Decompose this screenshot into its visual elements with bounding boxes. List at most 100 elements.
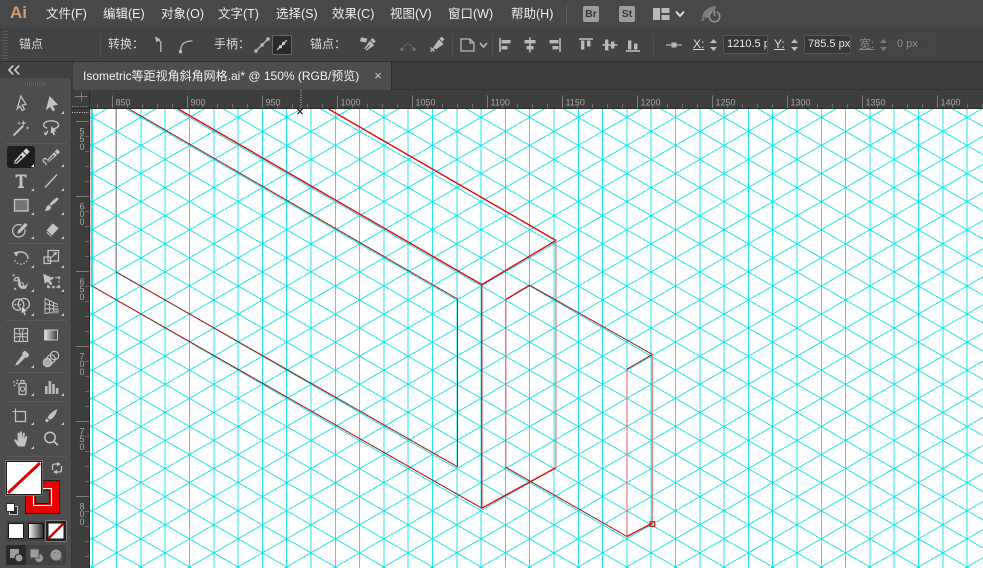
draw-behind-button[interactable] xyxy=(26,545,46,565)
y-stepper[interactable] xyxy=(789,36,800,54)
add-anchor-pen-button[interactable] xyxy=(358,35,378,55)
width-value-input[interactable]: 0 px xyxy=(893,35,935,54)
svg-text:1000: 1000 xyxy=(341,98,361,108)
tab-close-icon[interactable]: × xyxy=(371,69,385,83)
draw-normal-button[interactable] xyxy=(6,544,26,565)
draw-inside-button[interactable] xyxy=(46,545,66,565)
align-right-button[interactable] xyxy=(544,35,564,55)
hand-tool[interactable] xyxy=(7,428,35,450)
menubar-separator xyxy=(566,4,567,24)
blend-tool[interactable] xyxy=(37,348,65,370)
show-handles-button[interactable] xyxy=(252,35,272,55)
svg-text:1250: 1250 xyxy=(716,98,736,108)
menu-select[interactable]: 选择(S) xyxy=(276,0,318,28)
menu-help[interactable]: 帮助(H) xyxy=(511,0,553,28)
lasso-tool[interactable] xyxy=(37,117,65,139)
bridge-button[interactable]: Br xyxy=(583,6,599,22)
svg-text:0: 0 xyxy=(79,442,84,452)
direct-selection-tool[interactable] xyxy=(7,93,35,115)
line-segment-tool[interactable] xyxy=(37,170,65,192)
controlbar-divider xyxy=(452,33,453,57)
toolbar-separator xyxy=(5,371,67,373)
artboard-canvas[interactable] xyxy=(90,109,983,568)
menu-bar: Ai 文件(F) 编辑(E) 对象(O) 文字(T) 选择(S) 效果(C) 视图(V) 窗口… xyxy=(0,0,983,28)
svg-text:1350: 1350 xyxy=(866,98,886,108)
document-tab[interactable]: Isometric等距视角斜角网格.ai* @ 150% (RGB/预览) × xyxy=(73,62,392,90)
vertical-ruler[interactable]: 550600650700750800 xyxy=(72,109,90,568)
controlbar-grip[interactable] xyxy=(2,31,8,59)
gradient-tool[interactable] xyxy=(37,324,65,346)
menu-effect[interactable]: 效果(C) xyxy=(332,0,374,28)
eyedropper-tool[interactable] xyxy=(7,348,35,370)
y-value-input[interactable]: 785.5 px xyxy=(804,35,851,54)
column-graph-tool[interactable] xyxy=(37,376,65,398)
tools-panel-grip[interactable] xyxy=(25,82,47,86)
perspective-grid-tool[interactable] xyxy=(37,295,65,317)
selection-tool[interactable] xyxy=(37,93,65,115)
toolbar-separator xyxy=(5,142,67,144)
color-button[interactable] xyxy=(8,522,24,539)
svg-text:0: 0 xyxy=(79,217,84,227)
symbol-sprayer-tool[interactable] xyxy=(7,376,35,398)
ai-logo[interactable]: Ai xyxy=(10,3,27,23)
width-tool[interactable] xyxy=(7,271,35,293)
type-tool[interactable] xyxy=(7,170,35,192)
svg-text:1100: 1100 xyxy=(491,98,510,108)
align-top-button[interactable] xyxy=(576,35,596,55)
rotate-tool[interactable] xyxy=(7,247,35,269)
pen-tool[interactable] xyxy=(7,146,35,168)
shaper-tool[interactable] xyxy=(7,218,35,240)
curvature-tool[interactable] xyxy=(37,146,65,168)
menu-window[interactable]: 窗口(W) xyxy=(448,0,493,28)
paintbrush-tool[interactable] xyxy=(37,194,65,216)
gradient-button[interactable] xyxy=(28,522,44,539)
control-bar: 锚点 转换： 手柄： 锚点： X: 1210.5 Y: 785.5 px 宽: … xyxy=(0,28,983,62)
x-value-input[interactable]: 1210.5 px xyxy=(723,35,768,54)
align-vertical-center-button[interactable] xyxy=(600,35,620,55)
mesh-tool[interactable] xyxy=(7,324,35,346)
controlbar-divider xyxy=(492,33,493,57)
horizontal-ruler[interactable]: 850 900 950 1000 1050 1100 1150 1200 1250 1300 135… xyxy=(90,90,983,109)
x-stepper[interactable] xyxy=(708,36,719,54)
controlbar-divider xyxy=(100,33,101,57)
workspace-chevron-icon[interactable] xyxy=(674,9,686,19)
menu-edit[interactable]: 编辑(E) xyxy=(103,0,145,28)
menu-type[interactable]: 文字(T) xyxy=(218,0,259,28)
zoom-tool[interactable] xyxy=(37,428,65,450)
menu-file[interactable]: 文件(F) xyxy=(46,0,87,28)
svg-text:0: 0 xyxy=(79,292,84,302)
artboard-tool[interactable] xyxy=(7,405,35,427)
cut-path-button[interactable] xyxy=(428,35,448,55)
toolbar-collapse-bar[interactable] xyxy=(0,62,72,78)
align-left-button[interactable] xyxy=(496,35,516,55)
free-transform-tool[interactable] xyxy=(37,271,65,293)
magic-wand-tool[interactable] xyxy=(7,117,35,139)
menu-object[interactable]: 对象(O) xyxy=(161,0,204,28)
stock-button[interactable]: St xyxy=(619,6,635,22)
shape-builder-tool[interactable] xyxy=(7,295,35,317)
rectangle-tool[interactable] xyxy=(7,194,35,216)
slice-tool[interactable] xyxy=(37,405,65,427)
fill-color-swatch[interactable] xyxy=(6,461,42,495)
convert-to-smooth-button[interactable] xyxy=(176,35,196,55)
eraser-tool[interactable] xyxy=(37,218,65,240)
svg-text:850: 850 xyxy=(116,98,131,108)
hide-handles-button[interactable] xyxy=(272,35,292,55)
tools-panel xyxy=(0,78,72,568)
gpu-performance-icon[interactable] xyxy=(699,4,723,24)
reference-anchor-icon xyxy=(664,35,684,55)
align-bottom-button[interactable] xyxy=(623,35,643,55)
workspace-switcher-icon[interactable] xyxy=(652,6,670,22)
swap-fill-stroke-icon[interactable] xyxy=(50,461,64,475)
align-horizontal-center-button[interactable] xyxy=(520,35,540,55)
width-stepper[interactable] xyxy=(878,36,889,54)
artboard-options-button[interactable] xyxy=(455,35,489,55)
ruler-origin-corner[interactable] xyxy=(72,90,90,109)
default-fill-stroke-icon[interactable] xyxy=(5,502,19,516)
scale-tool[interactable] xyxy=(37,247,65,269)
convert-to-corner-button[interactable] xyxy=(150,35,170,55)
none-button[interactable] xyxy=(45,519,67,542)
menu-view[interactable]: 视图(V) xyxy=(390,0,432,28)
connect-path-button[interactable] xyxy=(398,35,418,55)
anchors-label: 锚点： xyxy=(310,37,347,51)
